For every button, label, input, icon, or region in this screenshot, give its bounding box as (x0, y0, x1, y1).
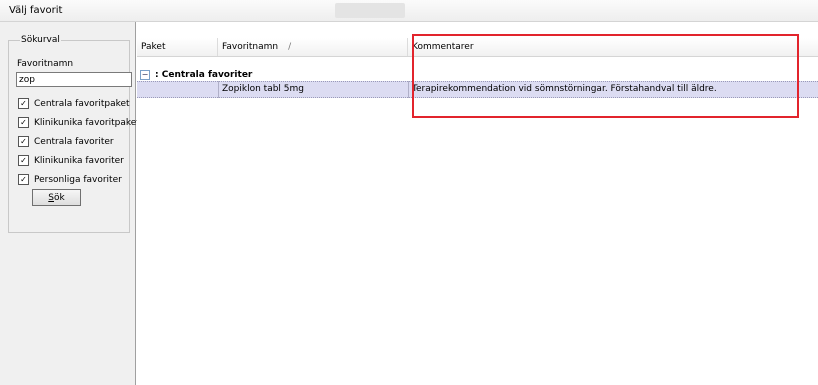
window-title-bar: Välj favorit (0, 0, 818, 22)
checkbox-label: Centrala favoritpaket (34, 98, 130, 109)
grid-header: Paket Favoritnamn / Kommentarer (137, 38, 818, 57)
window-title: Välj favorit (9, 5, 63, 16)
group-row-centrala-favoriter[interactable]: − : Centrala favoriter (137, 68, 818, 81)
checkbox-centrala-favoriter[interactable]: ✓ Centrala favoriter (18, 135, 114, 148)
favorites-grid: Paket Favoritnamn / Kommentarer − : Centr… (137, 38, 818, 385)
group-row-label: : Centrala favoriter (155, 69, 253, 80)
checkbox-box[interactable]: ✓ (18, 155, 29, 166)
checkbox-label: Centrala favoriter (34, 136, 114, 147)
background-window-tab (335, 3, 405, 18)
column-separator (408, 81, 409, 98)
column-header-label: Paket (141, 42, 166, 52)
column-separator (218, 81, 219, 98)
checkbox-personliga-favoriter[interactable]: ✓ Personliga favoriter (18, 173, 122, 186)
checkbox-box[interactable]: ✓ (18, 174, 29, 185)
favorite-name-input[interactable] (16, 72, 132, 87)
table-row[interactable]: Zopiklon tabl 5mg Terapirekommendation v… (137, 81, 818, 98)
cell-kommentarer: Terapirekommendation vid sömnstörningar.… (412, 84, 717, 94)
collapse-icon[interactable]: − (140, 69, 150, 80)
search-button-label: ök (54, 192, 65, 203)
cell-paket (137, 82, 218, 97)
column-header-label: Kommentarer (412, 42, 474, 52)
column-header-label: Favoritnamn (222, 42, 279, 52)
column-header-kommentarer[interactable]: Kommentarer (408, 38, 818, 56)
search-criteria-legend: Sökurval (20, 35, 61, 45)
column-header-paket[interactable]: Paket (137, 38, 218, 56)
checkbox-label: Klinikunika favoritpaket (34, 117, 140, 128)
search-panel: Sökurval Favoritnamn ✓ Centrala favoritp… (0, 22, 140, 385)
checkbox-box[interactable]: ✓ (18, 136, 29, 147)
search-button[interactable]: Sök (32, 189, 81, 206)
checkbox-box[interactable]: ✓ (18, 98, 29, 109)
cell-favoritnamn: Zopiklon tabl 5mg (222, 84, 304, 94)
checkbox-label: Klinikunika favoriter (34, 155, 124, 166)
column-header-favoritnamn[interactable]: Favoritnamn / (218, 38, 408, 56)
checkbox-klinikunika-favoriter[interactable]: ✓ Klinikunika favoriter (18, 154, 124, 167)
checkbox-box[interactable]: ✓ (18, 117, 29, 128)
sort-indicator-icon: / (288, 42, 292, 52)
checkbox-label: Personliga favoriter (34, 174, 122, 185)
checkbox-centrala-favoritpaket[interactable]: ✓ Centrala favoritpaket (18, 97, 130, 110)
favorite-name-label: Favoritnamn (17, 59, 74, 69)
checkbox-klinikunika-favoritpaket[interactable]: ✓ Klinikunika favoritpaket (18, 116, 140, 129)
